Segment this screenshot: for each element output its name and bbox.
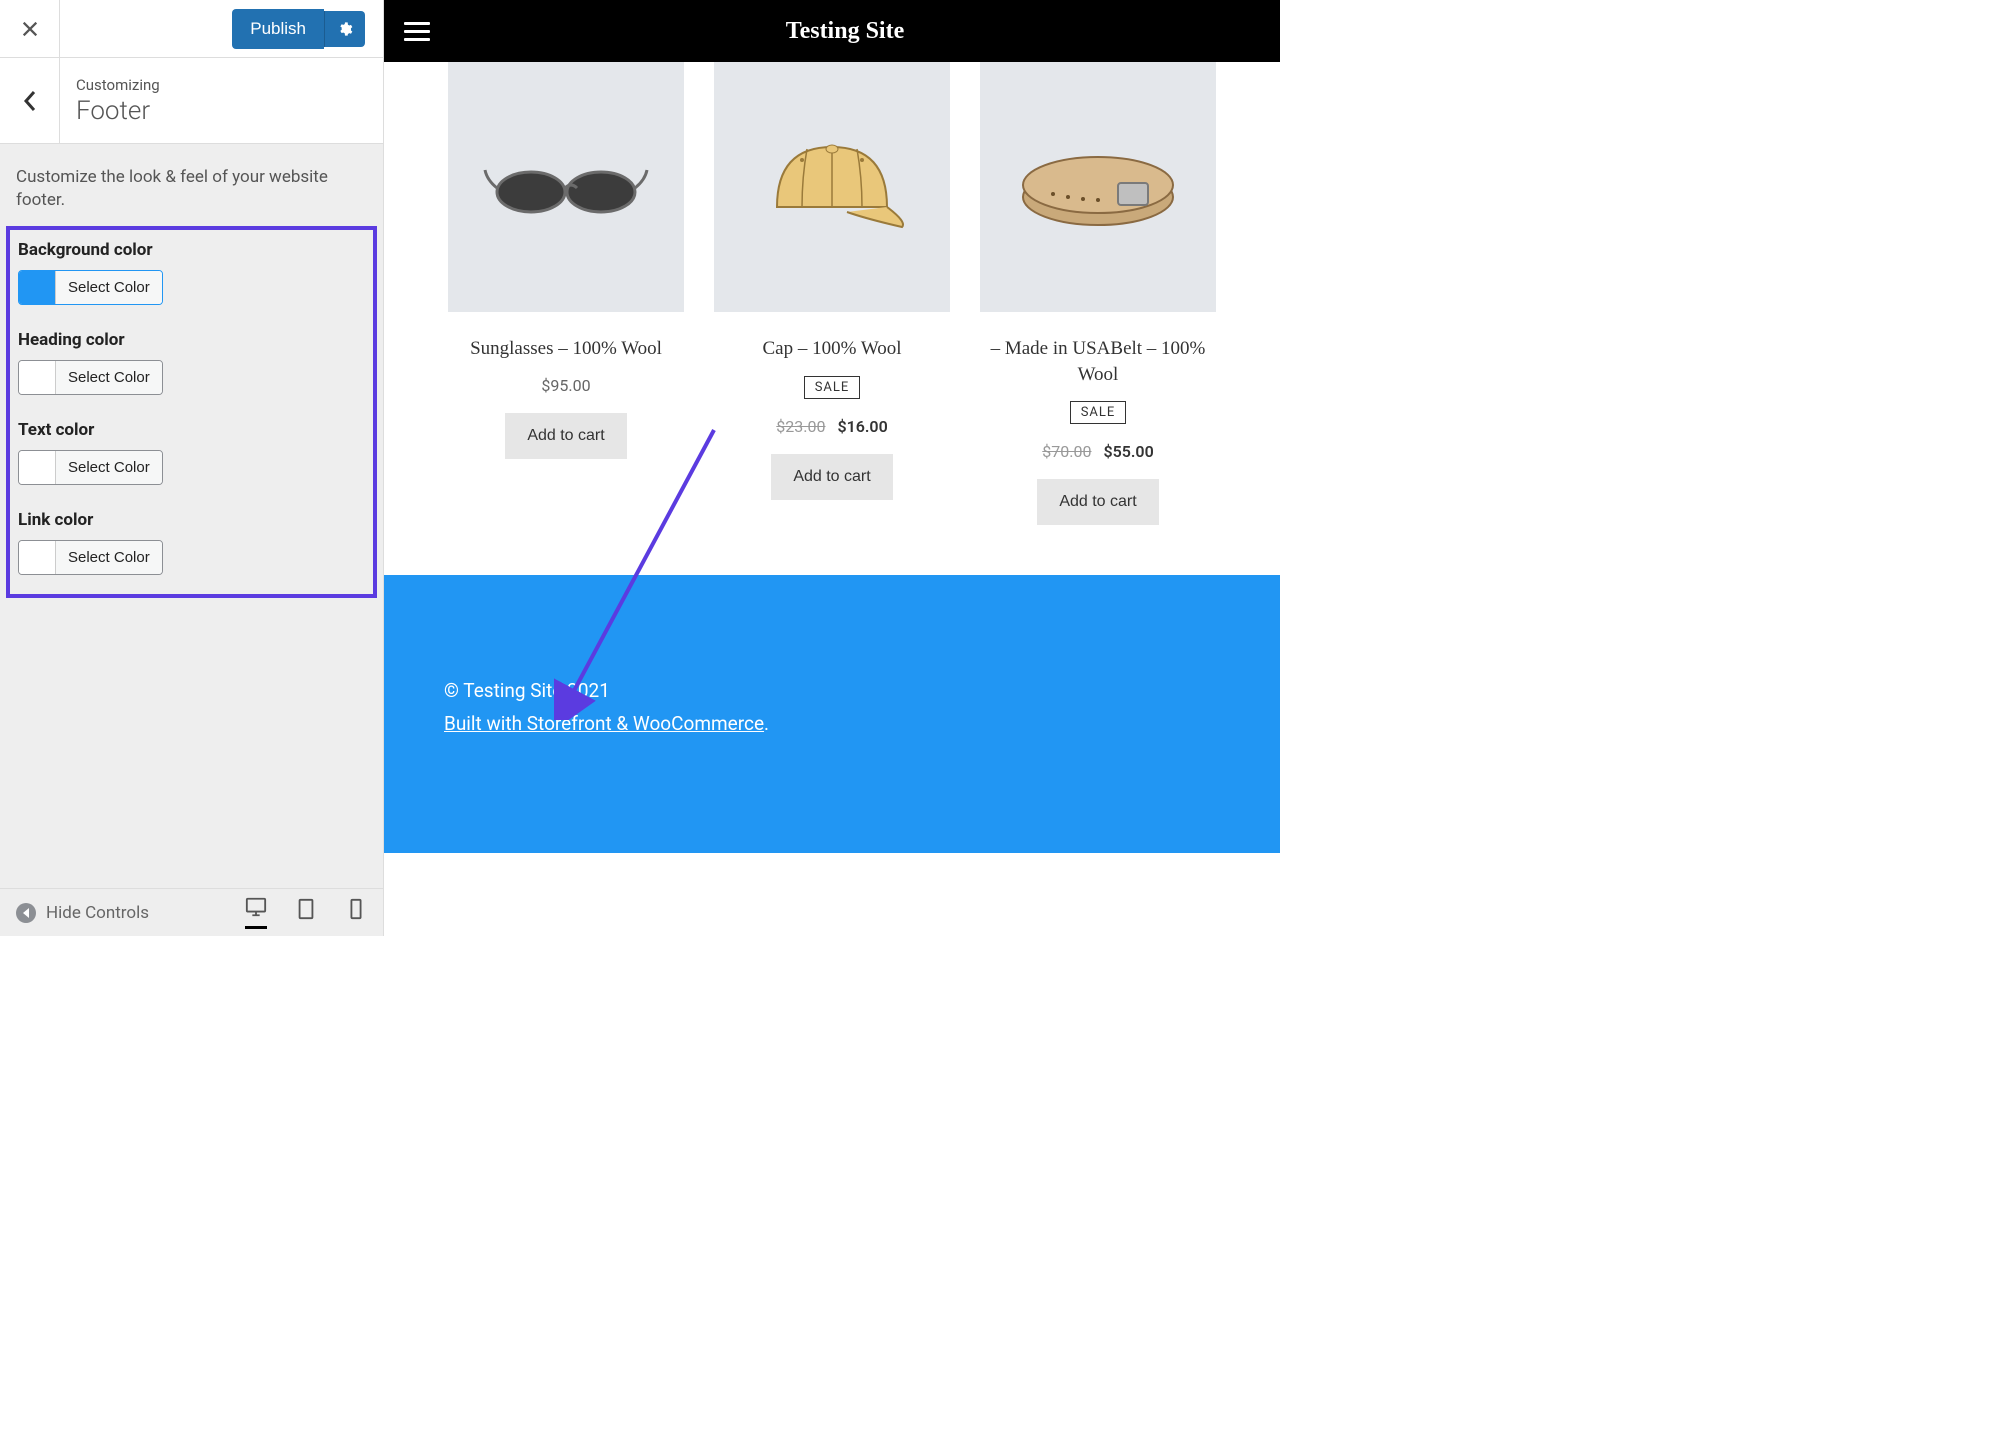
product-price: $23.00 $16.00 [714,417,950,436]
gear-icon [337,21,353,37]
select-color-button[interactable]: Select Color [55,271,162,304]
color-swatch [19,451,55,484]
menu-toggle-button[interactable] [404,22,430,41]
product-card[interactable]: – Made in USABelt – 100% Wool SALE $70.0… [980,62,1216,525]
color-picker[interactable]: Select Color [18,540,163,575]
preview-desktop-button[interactable] [245,896,267,929]
hide-controls-label: Hide Controls [46,903,149,923]
control-text-color: Text color Select Color [18,420,365,488]
product-card[interactable]: Sunglasses – 100% Wool $95.00 Add to car… [448,62,684,459]
control-label: Text color [18,420,365,440]
sale-badge: SALE [1070,401,1127,424]
hamburger-icon [404,22,430,25]
control-label: Link color [18,510,365,530]
hide-controls-button[interactable]: Hide Controls [16,903,149,923]
footer-credit-link[interactable]: Built with Storefront & WooCommerce [444,712,764,735]
footer-link-suffix: . [764,712,769,735]
section-description: Customize the look & feel of your websit… [0,144,383,226]
color-swatch [19,271,55,304]
collapse-icon [16,903,36,923]
product-image [980,62,1216,312]
add-to-cart-button[interactable]: Add to cart [505,413,626,459]
select-color-button[interactable]: Select Color [55,361,162,394]
product-title: Sunglasses – 100% Wool [448,336,684,362]
select-color-button[interactable]: Select Color [55,451,162,484]
product-card[interactable]: Cap – 100% Wool SALE $23.00 $16.00 Add t… [714,62,950,500]
product-title: Cap – 100% Wool [714,336,950,362]
footer-copyright: © Testing Site 2021 [444,675,1220,707]
product-price: $70.00 $55.00 [980,442,1216,461]
preview-mobile-button[interactable] [345,898,367,928]
back-button[interactable] [0,58,60,143]
color-picker[interactable]: Select Color [18,270,163,305]
control-background-color: Background color Select Color [18,240,365,308]
add-to-cart-button[interactable]: Add to cart [771,454,892,500]
color-swatch [19,361,55,394]
mobile-icon [345,898,367,920]
site-header: Testing Site [384,0,1280,62]
sale-badge: SALE [804,376,861,399]
color-swatch [19,541,55,574]
chevron-left-icon [23,90,37,112]
sunglasses-icon [481,152,651,222]
select-color-button[interactable]: Select Color [55,541,162,574]
control-link-color: Link color Select Color [18,510,365,578]
preview-tablet-button[interactable] [295,898,317,928]
color-picker[interactable]: Select Color [18,360,163,395]
site-footer: © Testing Site 2021 Built with Storefron… [384,575,1280,853]
section-eyebrow: Customizing [76,76,160,94]
product-price: $95.00 [448,376,684,395]
belt-icon [1008,137,1188,237]
close-icon [21,20,39,38]
desktop-icon [245,896,267,918]
control-label: Heading color [18,330,365,350]
add-to-cart-button[interactable]: Add to cart [1037,479,1158,525]
product-price-original: $23.00 [776,417,825,436]
publish-button[interactable]: Publish [232,9,324,49]
control-heading-color: Heading color Select Color [18,330,365,398]
section-title: Footer [76,96,160,126]
product-price-sale: $16.00 [837,417,887,436]
publish-settings-button[interactable] [324,11,365,47]
product-price-sale: $55.00 [1103,442,1153,461]
color-controls-highlight: Background color Select Color Heading co… [6,226,377,598]
tablet-icon [295,898,317,920]
product-price-original: $70.00 [1042,442,1091,461]
product-image [714,62,950,312]
cap-icon [747,127,917,247]
product-image [448,62,684,312]
control-label: Background color [18,240,365,260]
site-title[interactable]: Testing Site [786,18,904,45]
color-picker[interactable]: Select Color [18,450,163,485]
close-customizer-button[interactable] [0,0,60,57]
product-title: – Made in USABelt – 100% Wool [980,336,1216,387]
